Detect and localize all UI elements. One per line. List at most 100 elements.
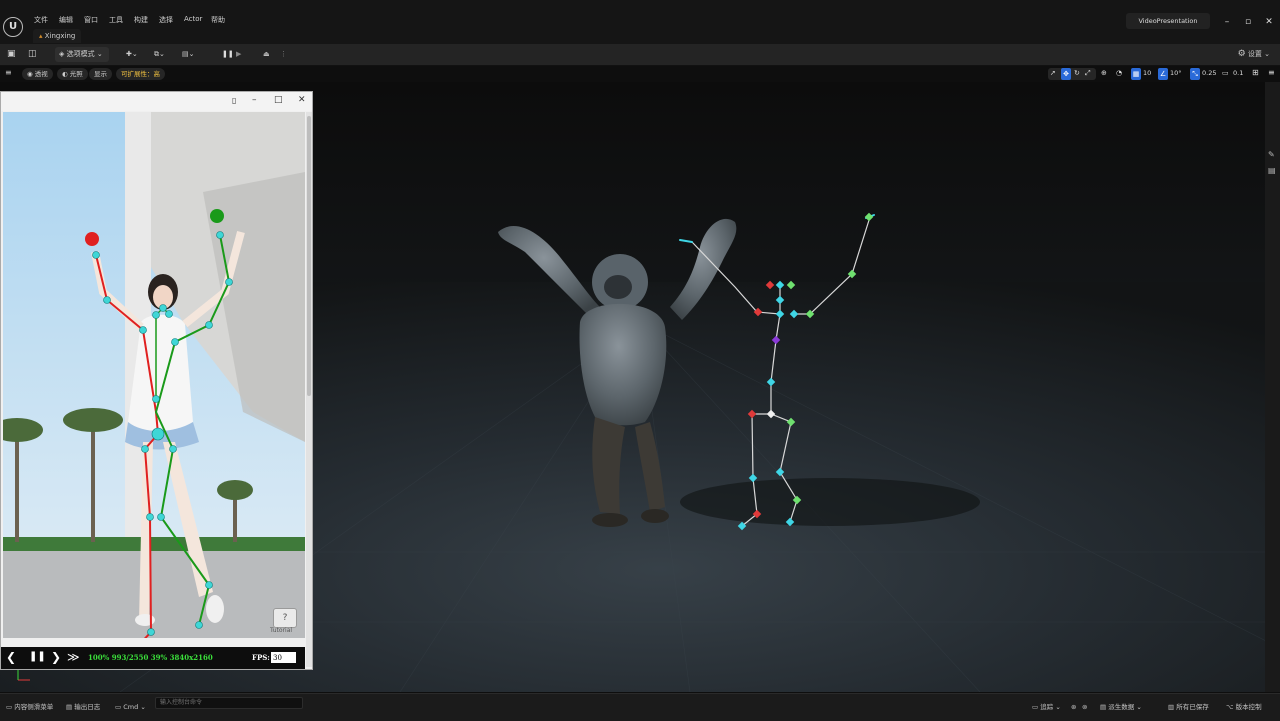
right-panel-rail: ✎ ▤ [1265, 82, 1280, 692]
minimize-icon[interactable]: – [1219, 14, 1235, 30]
menu-help[interactable]: 帮助 [211, 15, 225, 25]
more-options-icon[interactable]: ⋮ [280, 47, 287, 62]
add-actor-icon[interactable]: ✚⌄ [126, 47, 144, 62]
menu-file[interactable]: 文件 [34, 15, 48, 25]
save-icon[interactable]: ▣ [7, 47, 19, 62]
menu-edit[interactable]: 编辑 [59, 15, 73, 25]
scale-snap-value[interactable]: 0.25 [1202, 69, 1216, 77]
perspective-button[interactable]: ◉ 透视 [22, 68, 53, 80]
window-scrollbar[interactable] [306, 112, 312, 667]
output-log-button[interactable]: ▤ 输出日志 [66, 701, 100, 713]
saved-icon: ▥ [1168, 703, 1175, 711]
content-browser-icon[interactable]: ◫ [28, 47, 40, 62]
show-button[interactable]: 显示 [89, 68, 112, 80]
output-log-icon: ▤ [66, 703, 73, 711]
level-icon: ▴ [39, 32, 43, 40]
left-hand-marker [85, 232, 99, 246]
content-drawer-button[interactable]: ▭ 内容侧滑菜单 [6, 701, 53, 713]
gear-icon: ⚙ [1237, 49, 1246, 59]
translate-tool-icon[interactable]: ✥ [1061, 68, 1071, 80]
pose-preview-window[interactable]: ▯ – □ ✕ ? Tutorial ❮ ❚❚ ❯ ≫ 100% 993/255… [0, 91, 313, 670]
scale-tool-icon[interactable]: ⤢ [1085, 69, 1091, 78]
video-frame-image [3, 112, 305, 638]
trace-icon: ▭ [1032, 703, 1039, 711]
surface-snap-icon[interactable]: ◔ [1116, 69, 1122, 77]
step-icon[interactable]: ▶ [236, 47, 246, 62]
console-command-input[interactable] [155, 697, 303, 709]
rotation-snap-value[interactable]: 10° [1170, 69, 1182, 77]
save-status[interactable]: ▥ 所有已保存 [1168, 701, 1209, 713]
cmd-selector[interactable]: ▭ Cmd ⌄ [115, 701, 146, 713]
chevron-down-icon: ⌄ [1055, 703, 1061, 711]
minimize-icon[interactable]: – [252, 95, 257, 105]
window-title-bar[interactable]: ▯ – □ ✕ [1, 92, 312, 111]
viewport-menu-icon[interactable]: ≡ [1268, 68, 1275, 77]
menu-build[interactable]: 构建 [134, 15, 148, 25]
grid-snap-icon[interactable]: ▦ [1131, 68, 1141, 80]
scale-snap-icon[interactable]: ⤡ [1190, 68, 1200, 80]
menu-tools[interactable]: 工具 [109, 15, 123, 25]
derived-data-label: 派生数据 [1108, 703, 1135, 711]
select-mode-icon: ◈ [59, 50, 65, 58]
menu-select[interactable]: 选择 [159, 15, 173, 25]
trace-button[interactable]: ▭ 追踪 ⌄ [1032, 701, 1061, 713]
source-control-label: 版本控制 [1235, 703, 1262, 711]
world-space-icon[interactable]: ⊕ [1101, 69, 1107, 77]
rotation-snap-icon[interactable]: ∠ [1158, 68, 1168, 80]
pin-icon[interactable]: ▯ [232, 96, 236, 105]
pencil-icon[interactable]: ✎ [1268, 150, 1275, 159]
cmd-label: Cmd [123, 703, 139, 711]
eject-icon[interactable]: ⏏ [263, 47, 275, 62]
all-saved-label: 所有已保存 [1176, 703, 1209, 711]
select-tool-icon[interactable]: ➚ [1050, 69, 1056, 77]
perspective-icon: ◉ [27, 70, 33, 78]
chevron-down-icon: ⌄ [140, 703, 146, 711]
tutorial-label[interactable]: Tutorial [270, 627, 292, 634]
tutorial-icon[interactable]: ? [273, 608, 297, 628]
layout-icon[interactable]: ⊞ [1252, 68, 1259, 77]
cinematics-icon[interactable]: ▤⌄ [182, 47, 200, 62]
project-name: VideoPresentation [1126, 13, 1210, 29]
next-frame-icon[interactable]: ❯ [51, 650, 61, 664]
menu-actor[interactable]: Actor [184, 15, 202, 23]
close-icon[interactable]: ✕ [298, 95, 306, 105]
pause-icon[interactable]: ❚❚ [29, 651, 46, 662]
details-icon[interactable]: ▤ [1268, 166, 1276, 175]
actor-shadow [680, 478, 980, 526]
fps-input[interactable] [271, 652, 296, 663]
camera-speed-icon[interactable]: ▭ [1222, 69, 1229, 77]
camera-speed-value[interactable]: 0.1 [1233, 69, 1243, 77]
mode-selector[interactable]: ◈ 选项模式 ⌄ [55, 47, 109, 62]
playback-status: 100% 993/2550 39% 3840x2160 [88, 653, 213, 662]
hamburger-icon[interactable]: ≡ [5, 68, 15, 80]
settings-button[interactable]: ⚙ 设置 ⌄ [1238, 47, 1270, 62]
derived-data-button[interactable]: ▤ 派生数据 ⌄ [1100, 701, 1142, 713]
trace-label: 追踪 [1040, 703, 1054, 711]
right-hand-marker [210, 209, 224, 223]
broadcast-icon[interactable]: ⊚ [1082, 701, 1087, 713]
lit-button[interactable]: ◐ 光照 [57, 68, 88, 80]
menu-window[interactable]: 窗口 [84, 15, 98, 25]
chevron-down-icon: ⌄ [96, 50, 103, 58]
derived-data-icon: ▤ [1100, 703, 1107, 711]
maximize-icon[interactable]: □ [274, 95, 283, 105]
title-bar: U 文件 编辑 窗口 工具 构建 选择 Actor 帮助 ▴ Xingxing … [0, 0, 1280, 44]
scalability-warning[interactable]: 可扩展性：高 [116, 68, 165, 80]
unreal-logo[interactable]: U [3, 17, 23, 37]
blueprint-icon[interactable]: ⧉⌄ [154, 47, 172, 62]
grid-size[interactable]: 10 [1143, 69, 1151, 77]
content-drawer-icon: ▭ [6, 703, 13, 711]
level-tab[interactable]: ▴ Xingxing [33, 29, 82, 43]
restore-icon[interactable]: ▫ [1240, 14, 1256, 30]
previous-frame-icon[interactable]: ❮ [6, 650, 16, 664]
fast-forward-icon[interactable]: ≫ [67, 650, 80, 664]
scrollbar-thumb[interactable] [307, 116, 311, 396]
mode-label: 选项模式 [66, 50, 95, 58]
source-control-button[interactable]: ⌥ 版本控制 [1226, 701, 1262, 713]
rotate-tool-icon[interactable]: ↻ [1074, 69, 1080, 77]
pause-icon[interactable]: ❚❚ [222, 47, 234, 62]
output-log-label: 输出日志 [74, 703, 101, 711]
stream-icon[interactable]: ⊛ [1071, 701, 1076, 713]
main-toolbar: ▣ ◫ ◈ 选项模式 ⌄ ✚⌄ ⧉⌄ ▤⌄ ❚❚ ▶ ⏏ ⋮ ⚙ 设置 ⌄ [0, 44, 1280, 106]
close-icon[interactable]: ✕ [1261, 14, 1277, 30]
